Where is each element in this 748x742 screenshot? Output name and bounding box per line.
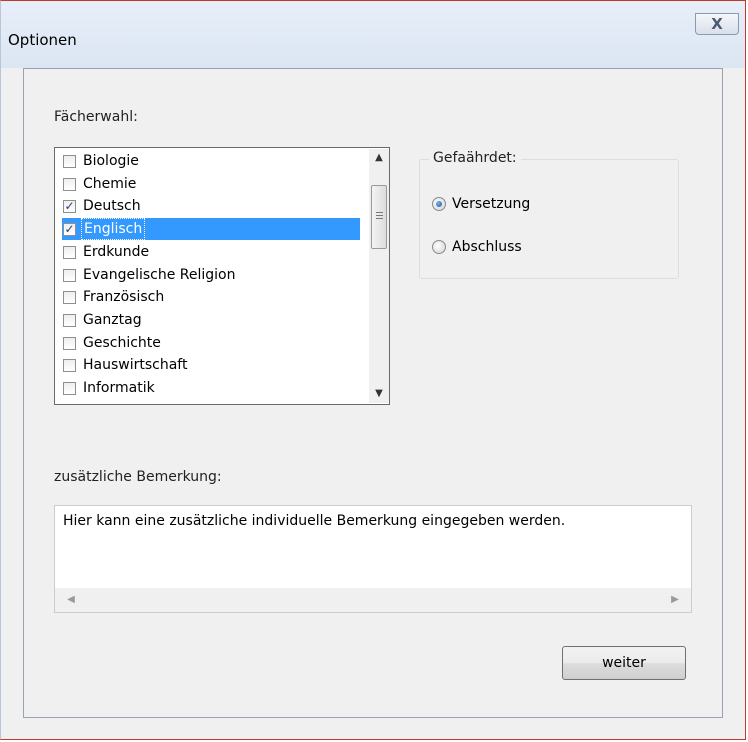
subject-item[interactable]: Französisch [62,286,360,308]
checkbox-icon[interactable] [63,291,76,305]
subject-item-label: Ganztag [83,311,142,328]
checked-checkbox-icon[interactable]: ✓ [63,223,76,237]
title-bar[interactable]: Optionen X [1,1,745,68]
subject-item-label: Evangelische Religion [83,266,236,283]
scroll-thumb[interactable] [371,185,387,249]
checkbox-icon[interactable] [63,268,76,282]
subject-item[interactable]: Biologie [62,150,360,172]
remark-label: zusätzliche Bemerkung: [54,469,222,485]
checkbox-icon[interactable] [63,313,76,327]
scroll-left-icon[interactable]: ◀ [61,588,81,612]
risk-group-title: Gefaährdet: [429,150,521,166]
options-dialog: Optionen X Fächerwahl: Biologie Chemie ✓ De… [0,0,746,740]
checkbox-icon[interactable] [63,245,76,259]
checkbox-icon[interactable] [63,177,76,191]
subject-item-label: Biologie [83,153,139,169]
scroll-down-icon[interactable]: ▼ [369,385,389,403]
subject-item[interactable]: Erdkunde [62,241,360,263]
subject-item-label: Erdkunde [83,243,150,260]
remark-text: Hier kann eine zusätzliche individuelle … [63,513,566,529]
subjects-label: Fächerwahl: [54,109,138,125]
risk-groupbox [419,159,679,279]
remark-scrollbar[interactable]: ◀ ▶ [55,588,691,612]
checkbox-icon[interactable] [63,155,76,168]
remark-textarea[interactable]: Hier kann eine zusätzliche individuelle … [54,505,692,613]
subject-item[interactable]: Informatik [62,377,360,399]
subject-item[interactable]: Hauswirtschaft [62,354,360,376]
close-icon: X [711,15,723,33]
window-title: Optionen [8,31,77,49]
subject-item[interactable]: Ganztag [62,309,360,331]
subjects-scrollbar[interactable]: ▲ ▼ [369,149,389,403]
subject-item[interactable]: Evangelische Religion [62,264,360,286]
subject-item-label: Chemie [83,175,137,192]
subjects-listbox[interactable]: Biologie Chemie ✓ Deutsch ✓ Englisch Erdkunde E… [54,147,390,405]
checkbox-icon[interactable] [63,382,76,395]
subject-item[interactable]: ✓ Deutsch [62,195,360,217]
subject-item[interactable]: ✓ Englisch [62,218,360,241]
subject-item-label: Französisch [83,289,165,306]
subject-item[interactable]: Chemie [62,173,360,195]
next-button[interactable]: weiter [562,646,686,680]
close-button[interactable]: X [695,13,739,35]
checked-checkbox-icon[interactable]: ✓ [63,200,76,214]
subject-item-label: Englisch [81,218,146,241]
scroll-up-icon[interactable]: ▲ [369,149,389,167]
subject-item[interactable]: Geschichte [62,332,360,354]
subject-item-label: Hauswirtschaft [83,357,188,374]
subject-item-label: Deutsch [83,198,141,215]
checkbox-icon[interactable] [63,336,76,350]
dialog-content: Fächerwahl: Biologie Chemie ✓ Deutsch ✓ Engli… [23,68,723,718]
scroll-right-icon[interactable]: ▶ [665,588,685,612]
risk-option-label: Abschluss [452,239,522,255]
subject-item-label: Informatik [83,380,155,396]
grip-icon [376,212,383,213]
subject-item-label: Geschichte [83,334,161,351]
radio-icon[interactable] [432,197,446,211]
risk-option-label: Versetzung [452,196,531,212]
radio-icon[interactable] [432,240,446,254]
checkbox-icon[interactable] [63,359,76,373]
